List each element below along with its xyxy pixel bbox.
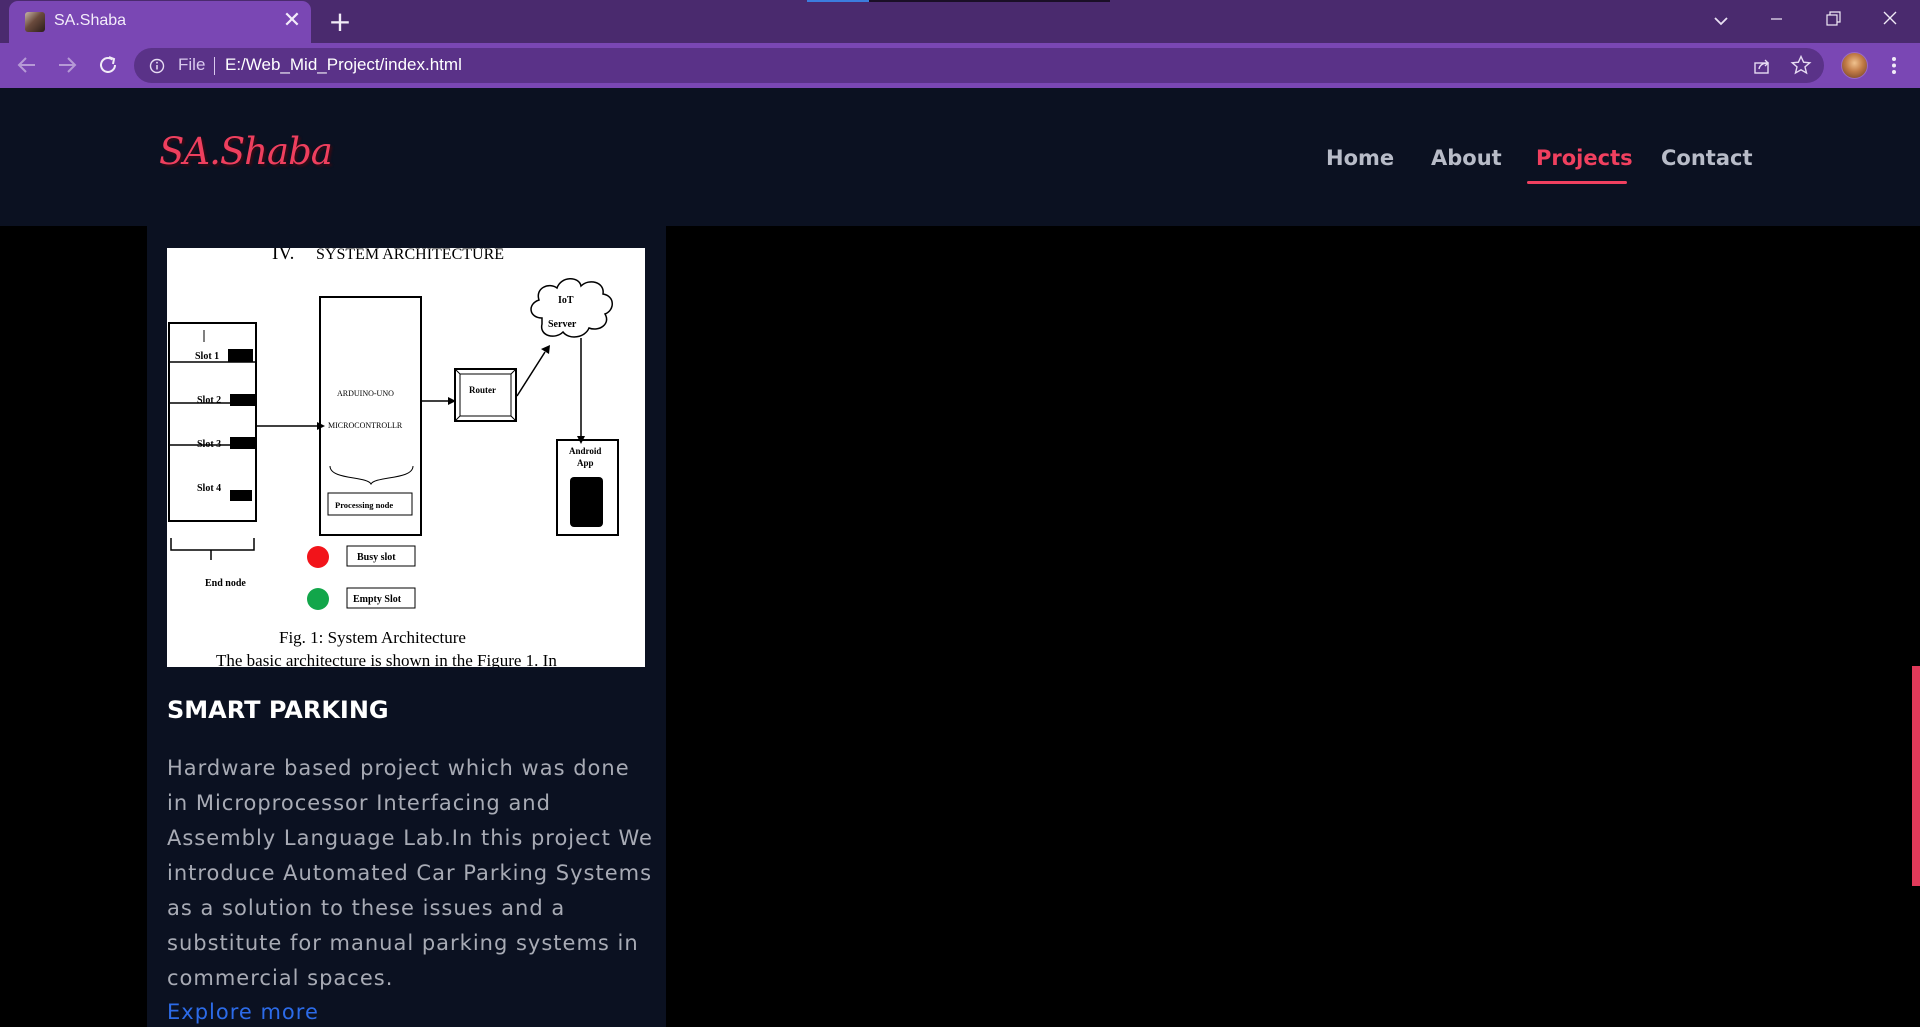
scrollbar-thumb[interactable] (1912, 666, 1920, 886)
projects-section: IV. SYSTEM ARCHITECTURE Slot 1 Slot 2 Sl… (0, 226, 1920, 1027)
forward-icon[interactable] (53, 51, 81, 79)
figure-cloud-line2: Server (548, 319, 577, 330)
figure-heading: SYSTEM ARCHITECTURE (316, 248, 504, 263)
minimize-icon[interactable] (1749, 0, 1805, 38)
address-scheme-label: File (178, 55, 206, 74)
figure-body-text: The basic architecture is shown in the F… (216, 651, 557, 667)
project-card: IV. SYSTEM ARCHITECTURE Slot 1 Slot 2 Sl… (147, 226, 666, 1027)
figure-app-line1: Android (569, 446, 601, 456)
tab-title: SA.Shaba (54, 12, 127, 29)
figure-controller-line2: MICROCONTROLLR (328, 421, 403, 430)
address-divider (214, 57, 215, 75)
menu-icon[interactable] (1884, 52, 1904, 79)
window-drag-indicator (807, 0, 869, 2)
address-url[interactable]: E:/Web_Mid_Project/index.html (225, 55, 462, 75)
address-bar[interactable]: File E:/Web_Mid_Project/index.html (134, 48, 1824, 83)
reload-icon[interactable] (94, 51, 122, 79)
figure-slot-1: Slot 1 (195, 351, 219, 362)
info-icon[interactable] (149, 58, 165, 74)
tab-close-icon[interactable]: ✕ (281, 10, 303, 32)
tab-search-icon[interactable] (1708, 8, 1734, 34)
star-icon[interactable] (1790, 54, 1812, 76)
project-description: Hardware based project which was done in… (167, 756, 653, 990)
back-icon[interactable] (13, 51, 41, 79)
figure-heading-numeral: IV. (272, 248, 294, 264)
restore-icon[interactable] (1805, 0, 1861, 38)
site-logo[interactable]: SA.Shaba (159, 130, 333, 173)
nav-link-home[interactable]: Home (1326, 146, 1394, 170)
figure-app-line2: App (577, 458, 594, 468)
explore-more-link[interactable]: Explore more (167, 1000, 319, 1024)
browser-tab[interactable]: SA.Shaba ✕ (9, 1, 311, 43)
figure-slot-2: Slot 2 (197, 395, 221, 406)
site-header: SA.Shaba Home About Projects Contact (0, 88, 1920, 226)
nav-link-projects[interactable]: Projects (1536, 146, 1633, 170)
nav-link-contact[interactable]: Contact (1661, 146, 1753, 170)
figure-processing-node: Processing node (335, 500, 393, 510)
profile-avatar[interactable] (1841, 52, 1868, 79)
figure-controller-line1: ARDUINO-UNO (337, 389, 394, 398)
project-image: IV. SYSTEM ARCHITECTURE Slot 1 Slot 2 Sl… (167, 248, 645, 667)
figure-empty-slot: Empty Slot (353, 594, 402, 605)
close-icon[interactable] (1862, 0, 1918, 38)
share-icon[interactable] (1751, 55, 1773, 77)
new-tab-button[interactable]: + (325, 7, 355, 37)
figure-slot-3: Slot 3 (197, 439, 221, 450)
tab-favicon (25, 12, 45, 32)
active-nav-indicator (1527, 181, 1627, 184)
browser-toolbar: File E:/Web_Mid_Project/index.html (0, 43, 1920, 88)
figure-busy-slot: Busy slot (357, 552, 396, 563)
figure-slot-4: Slot 4 (197, 483, 221, 494)
figure-router: Router (469, 385, 496, 395)
figure-cloud-line1: IoT (558, 295, 574, 306)
project-title: SMART PARKING (167, 696, 389, 724)
nav-link-about[interactable]: About (1431, 146, 1502, 170)
figure-end-node: End node (205, 578, 246, 589)
figure-caption: Fig. 1: System Architecture (279, 628, 466, 647)
browser-tab-bar: SA.Shaba ✕ + (0, 0, 1920, 43)
